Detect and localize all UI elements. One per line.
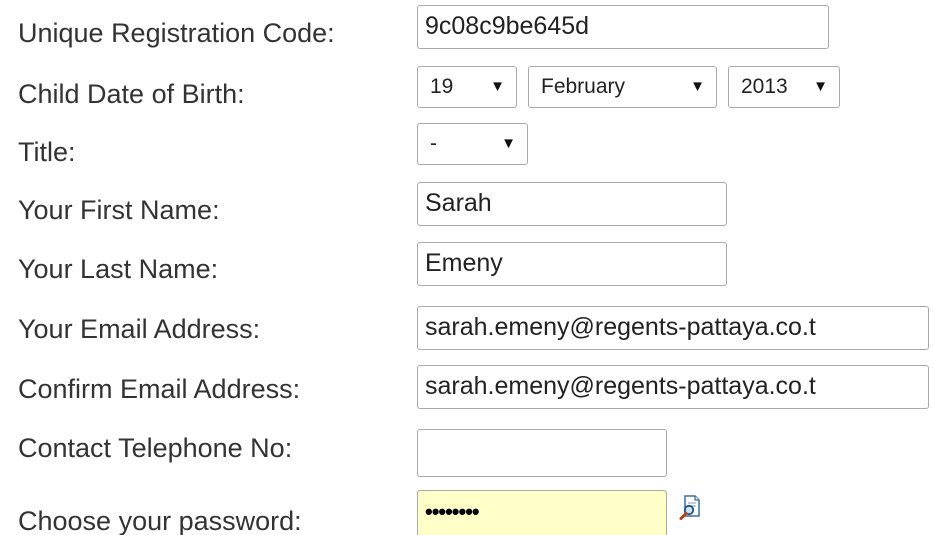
first-name-input[interactable]: Sarah bbox=[417, 182, 727, 226]
last-name-label: Your Last Name: bbox=[18, 254, 219, 284]
dob-day-value: 19 bbox=[430, 75, 454, 98]
confirm-email-input[interactable]: sarah.emeny@regents-pattaya.co.t bbox=[417, 365, 929, 409]
chevron-down-icon: ▼ bbox=[490, 78, 505, 95]
telephone-input[interactable] bbox=[417, 429, 667, 477]
registration-code-input[interactable]: 9c08c9be645d bbox=[417, 5, 829, 49]
confirm-email-label: Confirm Email Address: bbox=[18, 374, 301, 404]
title-value: - bbox=[430, 132, 437, 155]
dob-year-value: 2013 bbox=[741, 75, 788, 98]
telephone-label: Contact Telephone No: bbox=[18, 433, 293, 463]
first-name-label: Your First Name: bbox=[18, 195, 220, 225]
dob-month-value: February bbox=[541, 75, 626, 98]
registration-form: Unique Registration Code: 9c08c9be645d C… bbox=[0, 0, 933, 535]
title-label: Title: bbox=[18, 137, 76, 167]
dob-month-select[interactable]: February ▼ bbox=[528, 66, 717, 108]
title-select[interactable]: - ▼ bbox=[417, 123, 528, 165]
chevron-down-icon: ▼ bbox=[501, 135, 516, 152]
password-input[interactable]: •••••••• bbox=[417, 490, 667, 535]
email-input[interactable]: sarah.emeny@regents-pattaya.co.t bbox=[417, 306, 929, 350]
chevron-down-icon: ▼ bbox=[813, 78, 828, 95]
password-masked-value: •••••••• bbox=[425, 499, 480, 524]
password-label: Choose your password: bbox=[18, 506, 302, 535]
dob-label: Child Date of Birth: bbox=[18, 79, 245, 109]
dob-day-select[interactable]: 19 ▼ bbox=[417, 66, 517, 108]
magnifier-document-icon[interactable] bbox=[678, 494, 702, 520]
email-label: Your Email Address: bbox=[18, 314, 261, 344]
chevron-down-icon: ▼ bbox=[690, 78, 705, 95]
dob-year-select[interactable]: 2013 ▼ bbox=[728, 66, 840, 108]
registration-code-label: Unique Registration Code: bbox=[18, 18, 335, 48]
last-name-input[interactable]: Emeny bbox=[417, 242, 727, 286]
